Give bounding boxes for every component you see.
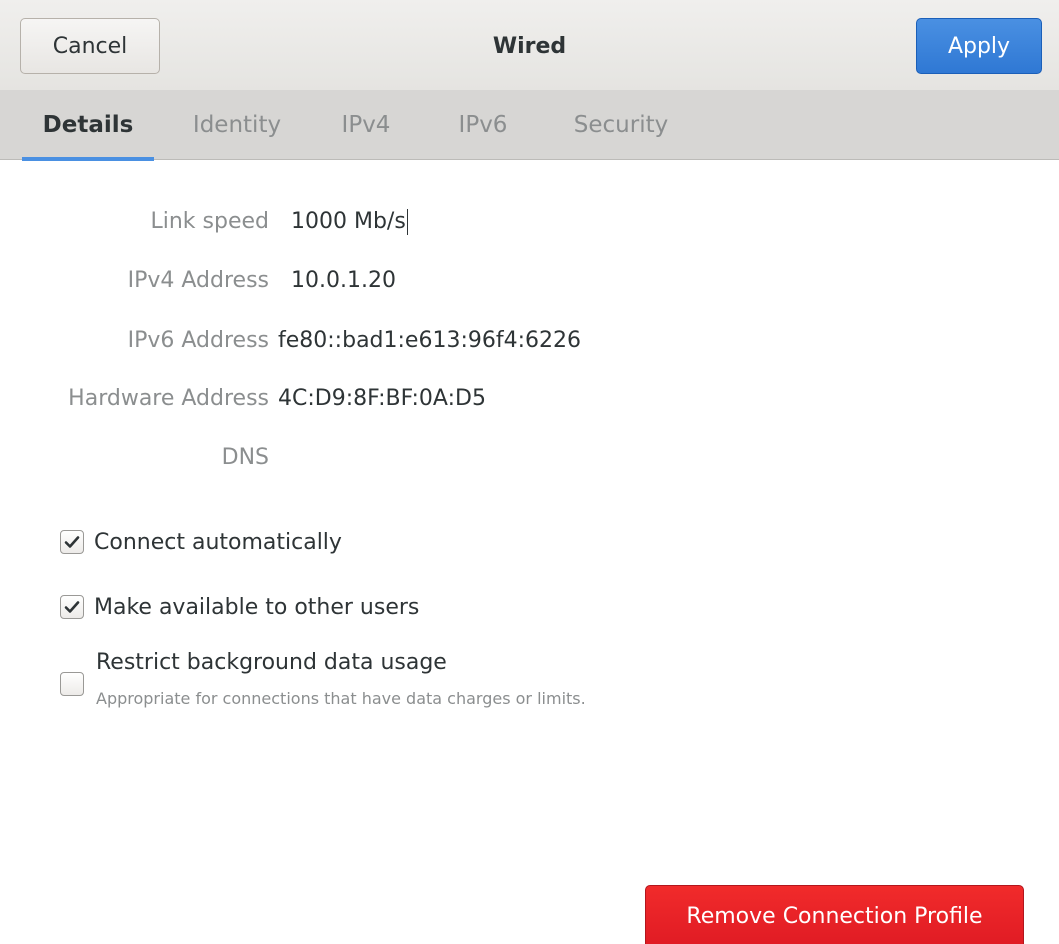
ipv6-address-value[interactable]: fe80::bad1:e613:96f4:6226 [278, 321, 581, 361]
connect-automatically-label: Connect automatically [94, 529, 342, 555]
restrict-background-option[interactable] [60, 666, 94, 702]
link-speed-row: Link speed 1000 Mb/s [0, 202, 1059, 242]
tab-bar: Details Identity IPv4 IPv6 Security [0, 90, 1059, 161]
link-speed-label: Link speed [150, 209, 269, 234]
restrict-background-checkbox[interactable] [60, 672, 84, 696]
text-caret [406, 209, 408, 235]
remove-connection-profile-button[interactable]: Remove Connection Profile [645, 885, 1024, 944]
tab-details[interactable]: Details [22, 90, 154, 161]
hardware-address-label: Hardware Address [68, 386, 269, 411]
checkmark-icon [64, 536, 80, 548]
hardware-address-row: Hardware Address 4C:D9:8F:BF:0A:D5 [0, 379, 1059, 419]
dns-row: DNS [0, 438, 1059, 478]
ipv4-address-value[interactable]: 10.0.1.20 [291, 261, 396, 301]
make-available-option[interactable]: Make available to other users [60, 589, 419, 625]
tab-ipv4[interactable]: IPv4 [330, 90, 402, 160]
tab-ipv6[interactable]: IPv6 [447, 90, 519, 160]
ipv4-address-label: IPv4 Address [127, 268, 269, 293]
make-available-checkbox[interactable] [60, 595, 84, 619]
checkmark-icon [64, 601, 80, 613]
ipv6-address-label: IPv6 Address [127, 328, 269, 353]
connect-automatically-checkbox[interactable] [60, 530, 84, 554]
link-speed-value[interactable]: 1000 Mb/s [291, 202, 408, 242]
wired-settings-dialog: Cancel Wired Apply Details Identity IPv4… [0, 0, 1059, 944]
restrict-background-description: Appropriate for connections that have da… [96, 689, 586, 708]
ipv4-address-row: IPv4 Address 10.0.1.20 [0, 261, 1059, 301]
make-available-label: Make available to other users [94, 594, 420, 620]
apply-button[interactable]: Apply [916, 18, 1042, 74]
tab-security[interactable]: Security [565, 90, 677, 160]
connect-automatically-option[interactable]: Connect automatically [60, 524, 342, 560]
cancel-button[interactable]: Cancel [20, 18, 160, 74]
tab-identity[interactable]: Identity [176, 90, 298, 160]
dns-label: DNS [221, 445, 269, 470]
restrict-background-label: Restrict background data usage [96, 650, 447, 675]
header-bar: Cancel Wired Apply [0, 0, 1059, 90]
hardware-address-value[interactable]: 4C:D9:8F:BF:0A:D5 [278, 379, 486, 419]
ipv6-address-row: IPv6 Address fe80::bad1:e613:96f4:6226 [0, 321, 1059, 361]
